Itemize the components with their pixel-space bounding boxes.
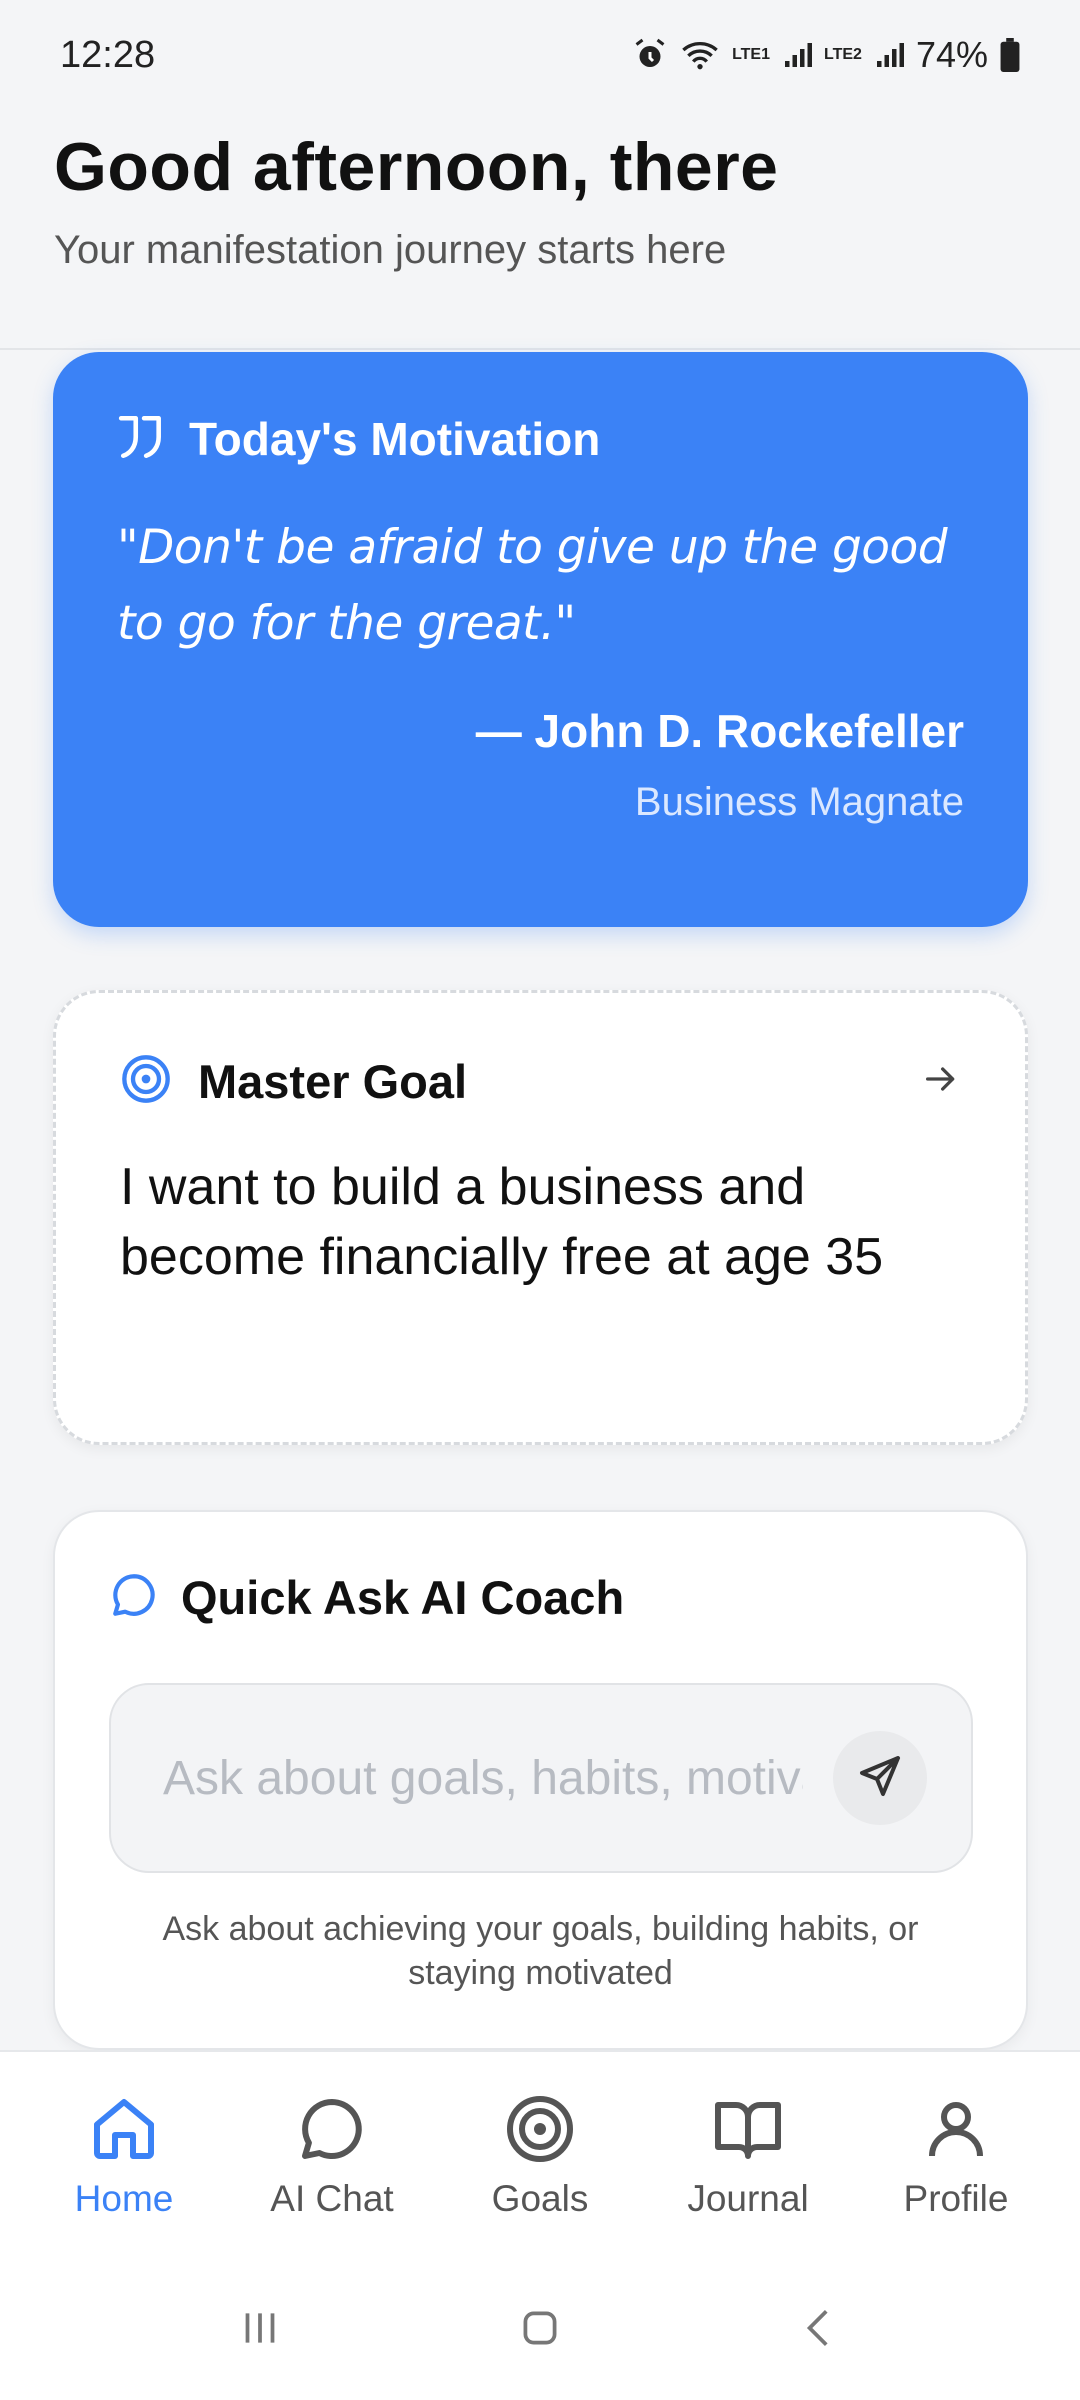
motivation-card: Today's Motivation "Don't be afraid to g… xyxy=(53,352,1028,927)
signal-icon xyxy=(782,40,812,70)
master-goal-header: Master Goal xyxy=(120,1053,961,1110)
user-icon xyxy=(920,2093,992,2170)
chat-icon xyxy=(109,1570,159,1625)
book-icon xyxy=(712,2093,784,2170)
back-icon[interactable] xyxy=(795,2303,845,2358)
send-icon xyxy=(856,1752,904,1805)
ai-coach-title: Quick Ask AI Coach xyxy=(181,1571,625,1624)
nav-label-home: Home xyxy=(74,2177,174,2219)
nav-label-goals: Goals xyxy=(491,2177,589,2219)
master-goal-text: I want to build a business and become fi… xyxy=(120,1158,884,1286)
page-header: Good afternoon, there Your manifestation… xyxy=(0,110,1080,350)
battery-icon xyxy=(1000,38,1020,72)
ai-coach-header: Quick Ask AI Coach xyxy=(109,1570,972,1625)
nav-item-profile[interactable]: Profile xyxy=(856,2093,1056,2220)
quote-icon xyxy=(117,414,167,465)
chat-icon xyxy=(296,2093,368,2170)
lte2-label: LTE2 xyxy=(824,46,862,63)
ai-coach-card: Quick Ask AI Coach Ask about achieving y… xyxy=(53,1510,1028,2050)
motivation-header: Today's Motivation xyxy=(117,412,964,466)
master-goal-card[interactable]: Master Goal I want to build a business a… xyxy=(53,990,1028,1445)
nav-label-ai-chat: AI Chat xyxy=(270,2177,394,2219)
quote-author-role: Business Magnate xyxy=(634,780,964,824)
nav-label-journal: Journal xyxy=(687,2177,809,2219)
status-time: 12:28 xyxy=(60,33,156,76)
quote-author: — John D. Rockefeller xyxy=(475,705,964,757)
nav-item-ai-chat[interactable]: AI Chat xyxy=(232,2093,432,2220)
send-button[interactable] xyxy=(833,1731,927,1825)
ask-input-container xyxy=(109,1683,973,1873)
home-button-icon[interactable] xyxy=(515,2303,565,2358)
ai-coach-hint: Ask about achieving your goals, building… xyxy=(162,1910,919,1992)
wifi-icon xyxy=(680,38,720,72)
recent-apps-icon[interactable] xyxy=(235,2303,285,2358)
system-nav-bar xyxy=(0,2260,1080,2400)
target-icon xyxy=(120,1053,172,1110)
home-icon xyxy=(88,2093,160,2170)
alarm-icon xyxy=(632,37,668,73)
motivation-title: Today's Motivation xyxy=(189,413,601,465)
status-icons: LTE1 LTE2 74% xyxy=(632,34,1020,76)
motivation-quote: "Don't be afraid to give up the good to … xyxy=(117,520,948,651)
nav-item-home[interactable]: Home xyxy=(24,2093,224,2220)
signal-icon xyxy=(874,40,904,70)
status-bar: 12:28 LTE1 LTE2 74% xyxy=(0,0,1080,110)
ask-coach-input[interactable] xyxy=(163,1750,803,1806)
arrow-right-icon[interactable] xyxy=(921,1059,961,1104)
battery-percent: 74% xyxy=(915,34,988,75)
target-icon xyxy=(504,2093,576,2170)
page-subtitle: Your manifestation journey starts here xyxy=(54,228,727,272)
lte1-label: LTE1 xyxy=(732,46,770,63)
nav-item-goals[interactable]: Goals xyxy=(440,2093,640,2220)
page-title: Good afternoon, there xyxy=(54,129,779,205)
master-goal-title: Master Goal xyxy=(198,1055,468,1108)
nav-item-journal[interactable]: Journal xyxy=(648,2093,848,2220)
nav-label-profile: Profile xyxy=(903,2177,1009,2219)
bottom-nav: Home AI Chat Goals Journal Profile xyxy=(0,2050,1080,2260)
